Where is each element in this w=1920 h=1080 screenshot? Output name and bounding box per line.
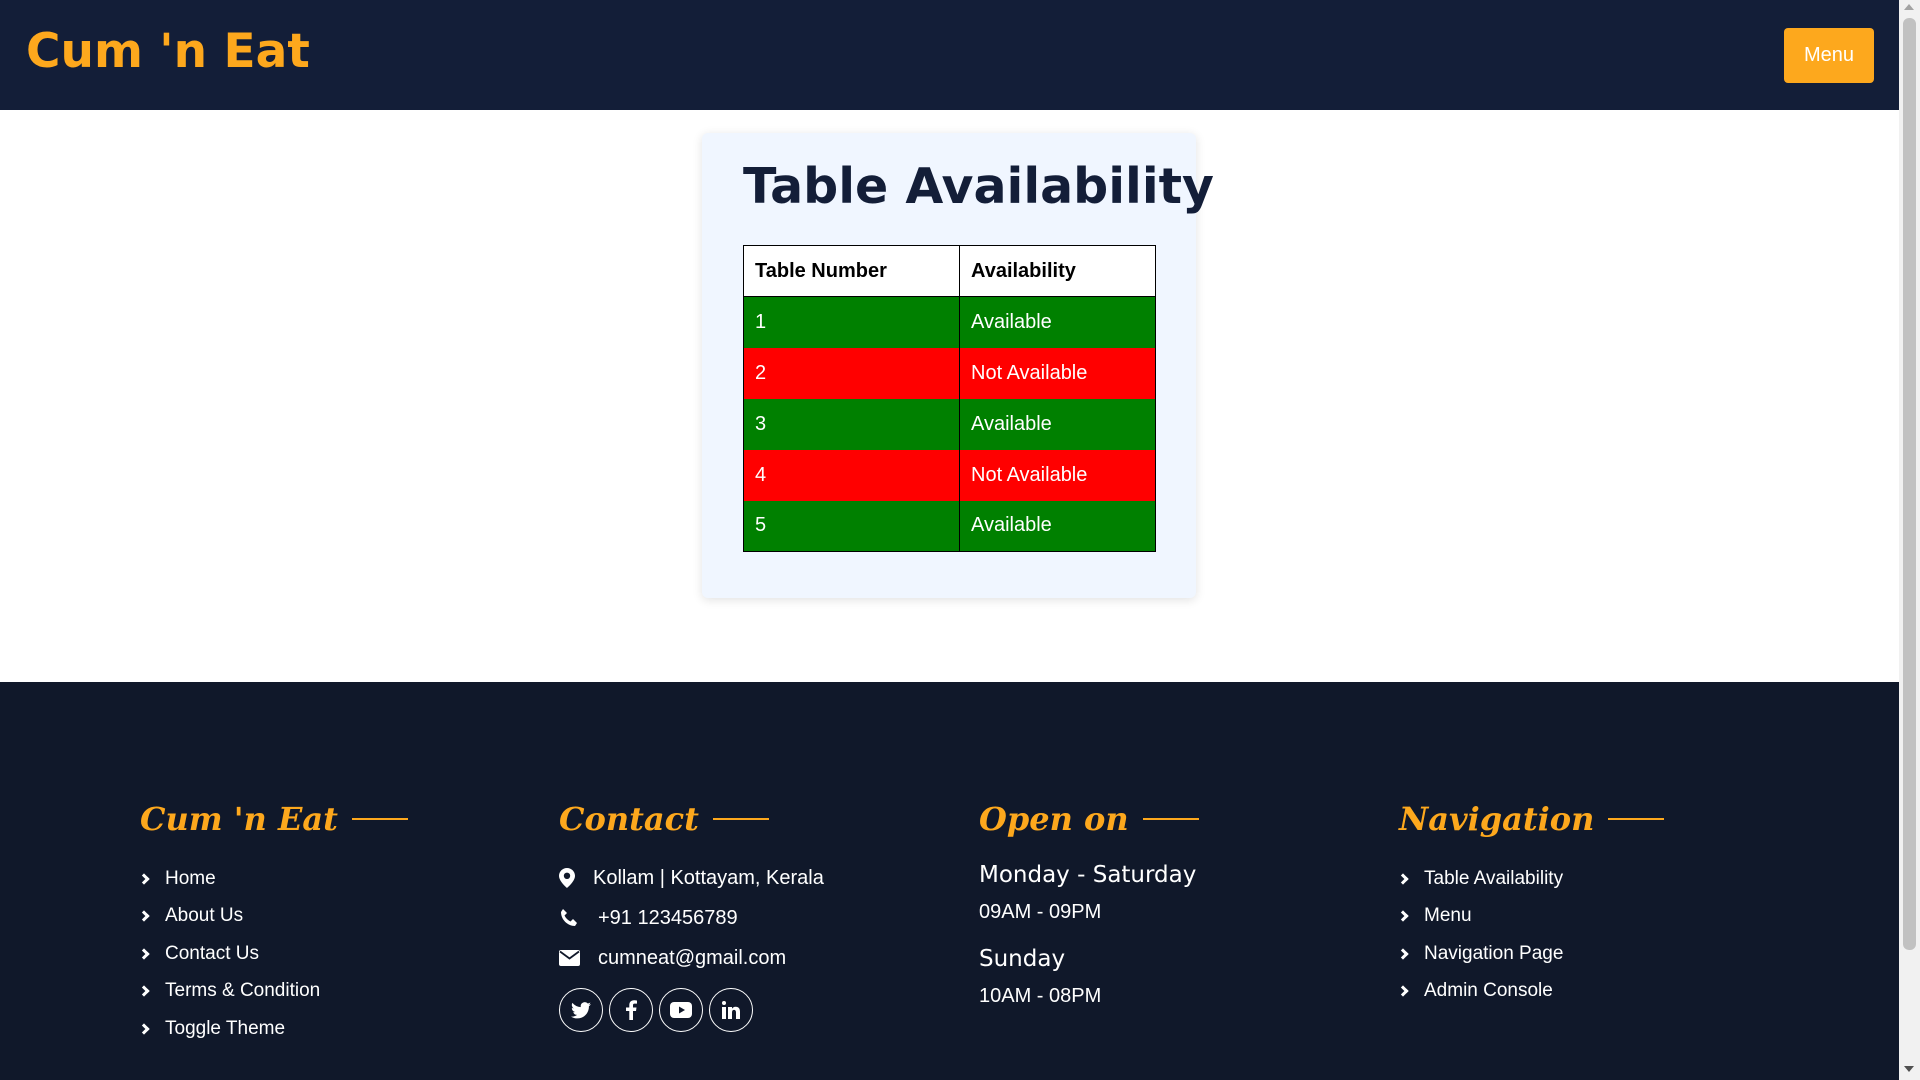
table-number-cell: 3 [743, 398, 960, 450]
chevron-right-icon [138, 910, 150, 922]
weekday-label: Monday - Saturday [979, 862, 1197, 888]
chevron-right-icon [1397, 910, 1409, 922]
envelope-icon [559, 950, 598, 966]
footer-link-label: Contact Us [165, 942, 259, 964]
page-title: Table Availability [743, 158, 1215, 215]
table-row: 2 Not Available [743, 347, 1156, 399]
heading-underline [1142, 818, 1199, 820]
column-header-availability: Availability [959, 245, 1156, 297]
footer-link-label: Admin Console [1424, 980, 1553, 1002]
footer-link-label: Terms & Condition [165, 980, 321, 1002]
footer-brand-links: Home About Us Contact Us Terms & Conditi… [138, 860, 408, 1048]
footer-brand-title: Cum 'n Eat [140, 800, 338, 838]
scrollbar-thumb[interactable] [1903, 18, 1916, 950]
availability-cell: Not Available [959, 449, 1156, 501]
footer-link-label: Navigation Page [1424, 942, 1564, 964]
footer-hours-heading: Open on [979, 800, 1199, 838]
contact-email: cumneat@gmail.com [559, 938, 824, 978]
chevron-right-icon [138, 948, 150, 960]
table-number-cell: 5 [743, 500, 960, 552]
table-row: 5 Available [743, 500, 1156, 552]
top-navbar: Cum 'n Eat Menu [0, 0, 1899, 110]
footer-link-admin-console[interactable]: Admin Console [1397, 973, 1664, 1011]
map-pin-icon [559, 868, 593, 888]
footer-link-home[interactable]: Home [138, 860, 408, 898]
chevron-right-icon [138, 1023, 150, 1035]
table-row: 4 Not Available [743, 449, 1156, 501]
column-header-table-number: Table Number [743, 245, 960, 297]
phone-icon [559, 908, 598, 928]
contact-phone-text[interactable]: +91 123456789 [598, 907, 738, 930]
vertical-scrollbar[interactable] [1899, 0, 1920, 1080]
footer-link-label: Toggle Theme [165, 1017, 286, 1039]
chevron-right-icon [1397, 985, 1409, 997]
footer-navigation-heading: Navigation [1399, 800, 1665, 838]
contact-address-text: Kollam | Kottayam, Kerala [593, 866, 824, 889]
table-number-cell: 2 [743, 347, 960, 399]
table-number-cell: 1 [743, 296, 960, 348]
footer-link-contact-us[interactable]: Contact Us [138, 935, 408, 973]
footer-brand-heading: Cum 'n Eat [140, 800, 408, 838]
footer-link-label: Home [165, 867, 216, 889]
availability-cell: Available [959, 398, 1156, 450]
footer-hours-title: Open on [979, 800, 1129, 838]
footer-contact-title: Contact [559, 800, 699, 838]
footer-navigation-column: Navigation Table Availability Menu Navig… [1397, 800, 1665, 1011]
brand-logo[interactable]: Cum 'n Eat [26, 24, 310, 79]
footer-hours-column: Open on Monday - Saturday 09AM - 09PM Su… [979, 800, 1199, 1008]
table-header-row: Table Number Availability [743, 245, 1156, 297]
footer-link-label: About Us [165, 905, 244, 927]
footer-contact-column: Contact Kollam | Kottayam, Kerala +91 12… [559, 800, 824, 1032]
footer-link-label: Menu [1424, 905, 1472, 927]
weekday-hours: 09AM - 09PM [979, 901, 1102, 923]
footer-link-navigation-page[interactable]: Navigation Page [1397, 935, 1664, 973]
footer-navigation-links: Table Availability Menu Navigation Page … [1397, 860, 1664, 1011]
sunday-label: Sunday [979, 946, 1066, 972]
twitter-icon[interactable] [559, 988, 603, 1032]
footer-brand-column: Cum 'n Eat Home About Us Contact Us Term… [138, 800, 408, 1048]
chevron-right-icon [1397, 948, 1409, 960]
heading-underline [1608, 818, 1665, 820]
availability-cell: Not Available [959, 347, 1156, 399]
footer-navigation-title: Navigation [1399, 800, 1595, 838]
sunday-hours: 10AM - 08PM [979, 985, 1102, 1007]
heading-underline [351, 818, 408, 820]
availability-table: Table Number Availability 1 Available 2 … [743, 245, 1156, 552]
social-links [559, 988, 824, 1032]
heading-underline [712, 818, 769, 820]
facebook-icon[interactable] [609, 988, 653, 1032]
table-row: 1 Available [743, 296, 1156, 348]
footer-link-label: Table Availability [1424, 867, 1564, 889]
scroll-up-arrow-icon[interactable] [1904, 4, 1914, 10]
scroll-down-arrow-icon[interactable] [1904, 1066, 1914, 1072]
footer-link-table-availability[interactable]: Table Availability [1397, 860, 1664, 898]
chevron-right-icon [138, 985, 150, 997]
table-number-cell: 4 [743, 449, 960, 501]
contact-address: Kollam | Kottayam, Kerala [559, 858, 824, 898]
footer-contact-heading: Contact [559, 800, 824, 838]
youtube-icon[interactable] [659, 988, 703, 1032]
table-row: 3 Available [743, 398, 1156, 450]
contact-info: Kollam | Kottayam, Kerala +91 123456789 … [559, 858, 824, 1032]
availability-cell: Available [959, 296, 1156, 348]
footer-link-toggle-theme[interactable]: Toggle Theme [138, 1010, 408, 1048]
contact-email-text[interactable]: cumneat@gmail.com [598, 947, 786, 970]
chevron-right-icon [1397, 873, 1409, 885]
availability-cell: Available [959, 500, 1156, 552]
footer-link-menu[interactable]: Menu [1397, 898, 1664, 936]
availability-card: Table Availability Table Number Availabi… [702, 133, 1214, 598]
page: Cum 'n Eat Menu Table Availability Table… [0, 0, 1920, 1080]
linkedin-icon[interactable] [709, 988, 753, 1032]
footer-link-about-us[interactable]: About Us [138, 898, 408, 936]
menu-button[interactable]: Menu [1784, 28, 1874, 83]
footer-link-terms[interactable]: Terms & Condition [138, 973, 408, 1011]
contact-phone: +91 123456789 [559, 898, 824, 938]
chevron-right-icon [138, 873, 150, 885]
footer: Cum 'n Eat Home About Us Contact Us Term… [0, 682, 1899, 1080]
